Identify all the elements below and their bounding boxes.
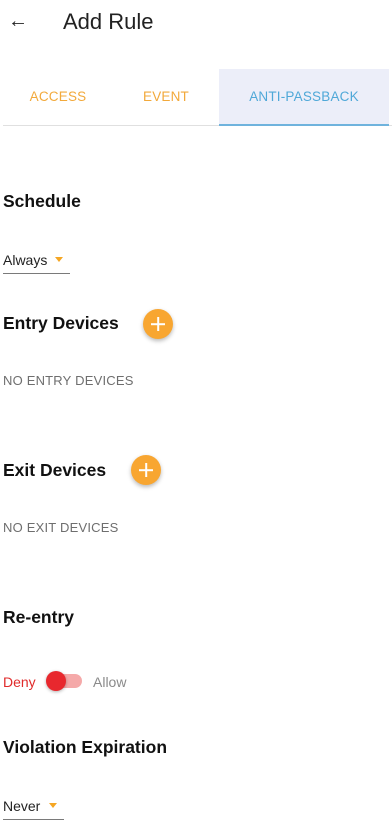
tab-event[interactable]: EVENT	[113, 69, 219, 125]
add-entry-device-button[interactable]	[143, 309, 173, 339]
deny-label: Deny	[3, 674, 36, 690]
chevron-down-icon	[49, 803, 57, 808]
violation-expiration-heading: Violation Expiration	[3, 737, 168, 757]
reentry-heading: Re-entry	[3, 607, 74, 627]
reentry-toggle-thumb[interactable]	[46, 671, 66, 691]
schedule-select-value: Always	[3, 252, 48, 268]
tab-access[interactable]: ACCESS	[3, 69, 113, 125]
add-exit-device-button[interactable]	[131, 455, 161, 485]
exit-devices-empty: NO EXIT DEVICES	[3, 520, 119, 535]
app-bar: ← Add Rule	[0, 0, 392, 44]
schedule-heading: Schedule	[3, 191, 81, 211]
exit-devices-heading: Exit Devices	[3, 460, 107, 480]
entry-devices-empty: NO ENTRY DEVICES	[3, 373, 134, 388]
back-arrow-icon[interactable]: ←	[8, 8, 30, 34]
entry-devices-heading: Entry Devices	[3, 313, 119, 333]
schedule-select[interactable]: Always	[3, 250, 70, 274]
allow-label: Allow	[93, 674, 127, 690]
violation-expiration-select[interactable]: Never	[3, 796, 64, 820]
tab-bar: ACCESS EVENT ANTI-PASSBACK	[3, 69, 392, 126]
violation-expiration-value: Never	[3, 798, 41, 814]
tab-anti-passback[interactable]: ANTI-PASSBACK	[219, 69, 389, 126]
reentry-toggle-row: Deny Allow	[3, 670, 203, 694]
chevron-down-icon	[55, 257, 63, 262]
page-title: Add Rule	[63, 9, 154, 34]
